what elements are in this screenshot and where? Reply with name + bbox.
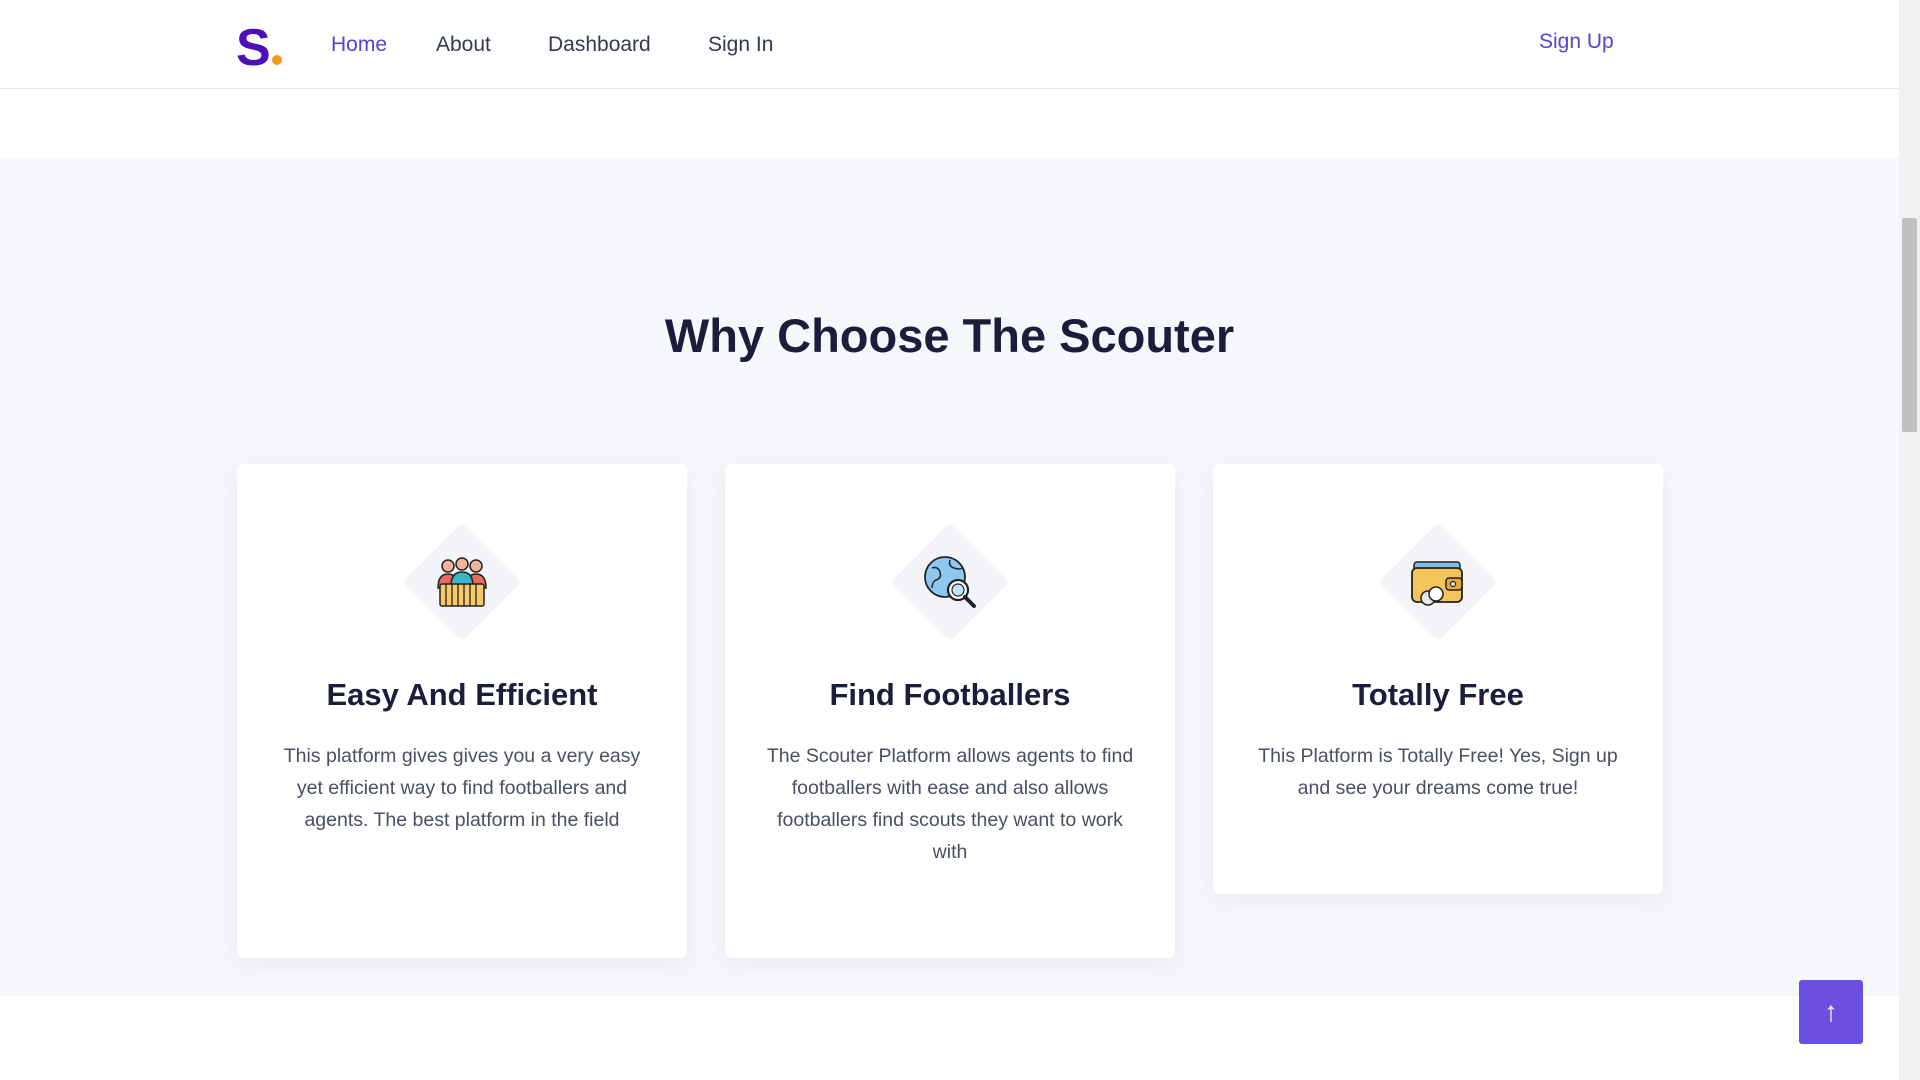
logo[interactable]: S [236,18,282,78]
feature-card-title: Easy And Efficient [326,677,598,712]
wallet-icon [1411,561,1463,606]
nav-link-about[interactable]: About [436,32,491,58]
feature-card-text: The Scouter Platform allows agents to fi… [766,745,1134,863]
logo-letter: S [236,19,271,77]
logo-dot [271,55,282,65]
nav-link-sign-in[interactable]: Sign In [708,32,773,58]
feature-card-text: This Platform is Totally Free! Yes, Sign… [1258,745,1618,799]
sign-up-link[interactable]: Sign Up [1539,29,1614,55]
feature-card-easy: Easy And Efficient This platform gives g… [237,464,687,958]
feature-card-free: Totally Free This Platform is Totally Fr… [1213,464,1663,894]
scrollbar-thumb[interactable] [1902,218,1917,432]
feature-card-title: Totally Free [1352,677,1524,712]
feature-card-text: This platform gives gives you a very eas… [283,745,641,831]
section-title: Why Choose The Scouter [664,309,1235,362]
feature-card-find: Find Footballers The Scouter Platform al… [725,464,1175,958]
team-players-icon [437,557,487,607]
arrow-up-icon: ↑ [1824,996,1838,1027]
features-section: Why Choose The Scouter Easy And Efficien… [0,158,1899,996]
globe-search-icon [924,556,976,608]
feature-card-title: Find Footballers [829,677,1071,712]
feature-icon-wrap [402,522,522,642]
feature-icon-wrap [1378,522,1498,642]
vertical-scrollbar[interactable] [1899,0,1920,1080]
nav-link-dashboard[interactable]: Dashboard [548,32,651,58]
navbar: S Home About Dashboard Sign In Sign Up [0,0,1899,89]
feature-icon-wrap [890,522,1010,642]
back-to-top-button[interactable]: ↑ [1799,980,1863,1044]
nav-link-home[interactable]: Home [331,32,387,58]
